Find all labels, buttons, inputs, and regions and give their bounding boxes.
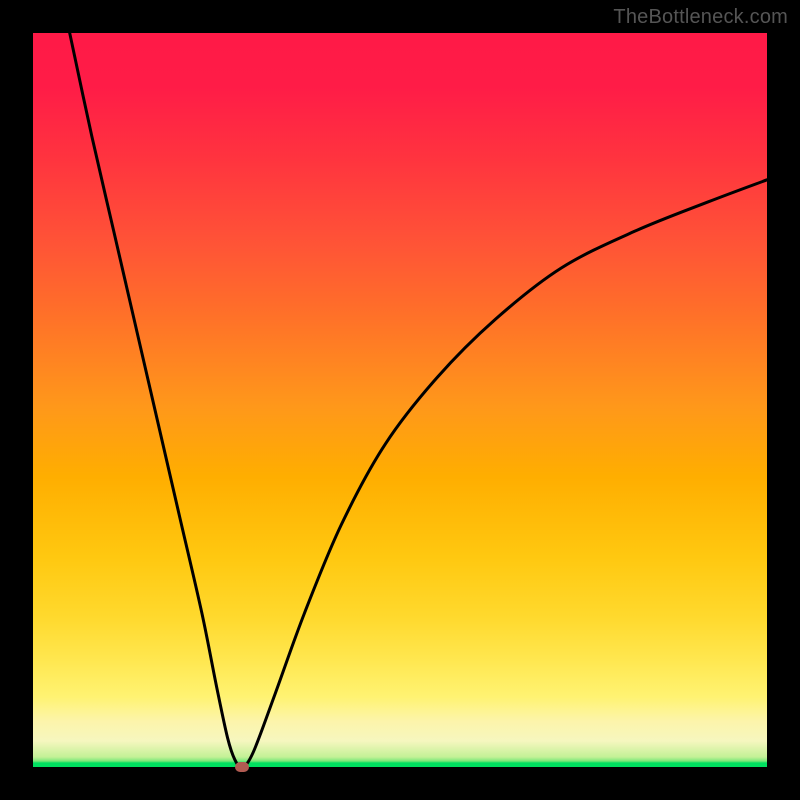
optimal-point-marker [235, 762, 249, 772]
bottleneck-curve [33, 33, 767, 767]
attribution-text: TheBottleneck.com [613, 6, 788, 29]
chart-frame: TheBottleneck.com [0, 0, 800, 800]
plot-area [33, 33, 767, 767]
